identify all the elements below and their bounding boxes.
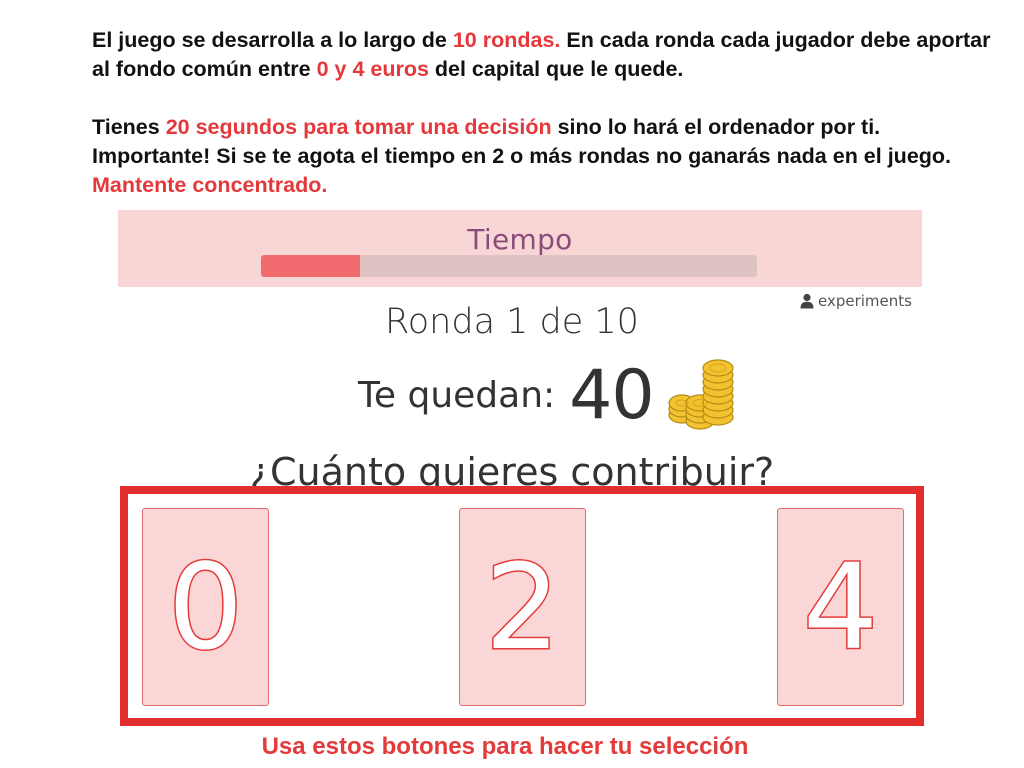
remaining-label: Te quedan: [358, 374, 556, 416]
selection-hint: Usa estos botones para hacer tu selecció… [261, 733, 749, 760]
instructions-text: El juego se desarrolla a lo largo de [92, 28, 453, 52]
instructions-text: del capital que le quede. [428, 57, 684, 81]
instructions-highlight: 0 y 4 euros [316, 57, 429, 81]
choice-label: 0 [166, 538, 244, 676]
contribution-question: ¿Cuánto quieres contribuir? [249, 450, 775, 490]
instructions-highlight: 10 rondas. [452, 28, 561, 52]
timer-label: Tiempo [467, 223, 573, 256]
choice-button-2[interactable]: 2 [459, 508, 586, 706]
choice-label: 4 [801, 538, 879, 676]
instructions-highlight: 20 segundos para tomar una decisión [165, 115, 552, 139]
instructions-text: Tienes [92, 115, 166, 139]
remaining-capital: Te quedan: 40 [358, 350, 752, 440]
instructions: El juego se desarrolla a lo largo de 10 … [92, 26, 992, 200]
round-indicator: Ronda 1 de 10 [385, 302, 639, 342]
choice-button-4[interactable]: 4 [777, 508, 904, 706]
instructions-paragraph-2: Tienes 20 segundos para tomar una decisi… [92, 113, 992, 200]
instructions-paragraph-1: El juego se desarrolla a lo largo de 10 … [92, 26, 992, 84]
coins-icon [668, 359, 734, 430]
timer-progress-bar [261, 255, 757, 277]
timer-panel: Tiempo [118, 210, 922, 287]
choice-label: 2 [483, 538, 561, 676]
instructions-highlight: Mantente concentrado. [92, 173, 328, 197]
choice-button-0[interactable]: 0 [142, 508, 269, 706]
timer-progress-fill [261, 255, 361, 277]
remaining-value: 40 [569, 355, 655, 435]
